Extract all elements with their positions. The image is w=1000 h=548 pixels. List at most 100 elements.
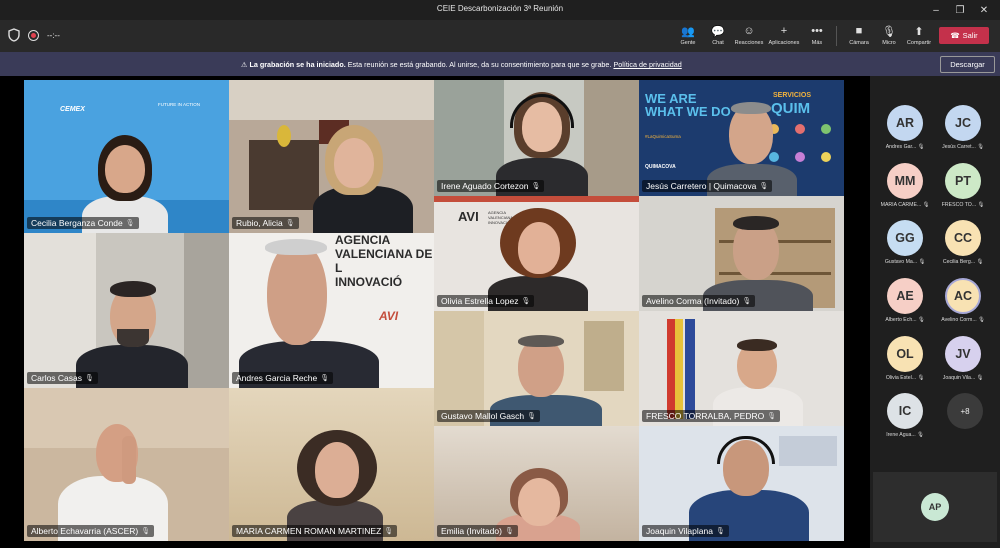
avatar: JV [945,336,981,372]
recording-title: La grabación se ha iniciado. [249,60,346,69]
headset-icon [717,436,775,464]
roster-participant[interactable]: JV Joaquin Vila... 🎙 [933,336,993,381]
participant-name-tag: Gustavo Mallol Gasch 🎙 [437,410,541,422]
more-participants-button[interactable]: +8 [947,393,983,429]
close-icon[interactable]: ✕ [972,0,996,20]
microphone-icon: 🎙 [917,375,925,381]
roster-participant[interactable]: GG Gustavo Ma... 🎙 [875,220,935,265]
more-button[interactable]: ••• Más [799,24,835,46]
video-tile[interactable]: Alberto Echavarria (ASCER) 🎙 [24,388,229,541]
banner-headline: WE ARE WHAT WE DO [645,91,731,119]
avi-sign: AGENCIA VALENCIANA DE L INNOVACIÓ [335,233,433,289]
microphone-icon: 🎙 [320,375,330,382]
smiley-icon: ☺ [743,25,755,37]
microphone-icon: 🎙 [977,144,984,150]
share-button[interactable]: ⬆ Compartir [901,24,937,47]
microphone-icon: 🎙 [918,317,925,323]
video-tile[interactable]: Avelino Corma (Invitado) 🎙 [639,196,844,311]
microphone-icon: 🎙 [384,528,394,535]
download-button[interactable]: Descargar [940,56,995,73]
roster-participant[interactable]: MM MARIA CARME... 🎙 [875,163,935,208]
background-door [584,80,639,196]
avatar: OL [887,336,923,372]
video-tile[interactable]: Rubio, Alicia 🎙 [229,80,434,233]
title-bar: CEIE Descarbonización 3ª Reunión – ❐ ✕ [0,0,1000,20]
roster-participant[interactable]: CC Cecilia Berg... 🎙 [933,220,993,265]
leave-button[interactable]: ☎ Salir [939,27,989,44]
roster-name: Irene Agua... 🎙 [886,432,924,438]
microphone-icon: 🎙 [759,183,769,190]
microphone-icon: 🎙 [976,259,984,265]
background-window [779,436,837,466]
video-tile[interactable]: CEMEX FUTURE IN ACTION Cecilia Berganza … [24,80,229,233]
video-tile[interactable]: WE ARE WHAT WE DO SERVICIOS QUIM #LaQuimi… [639,80,844,196]
roster-name: Avelino Corm... 🎙 [941,317,985,323]
future-in-action-logo: FUTURE IN ACTION [158,102,201,107]
roster-name: Joaquin Vila... 🎙 [942,375,984,381]
recording-icon [28,29,39,41]
avatar: AR [887,105,923,141]
roster-participant[interactable]: AR Andres Gar... 🎙 [875,105,935,150]
quimacova-logo: QUIMACOVA [645,164,676,170]
recording-text: Esta reunión se está grabando. Al unirse… [345,60,614,69]
roster-participant[interactable]: AC Avelino Corm... 🎙 [933,278,993,323]
participant-name-tag: Carlos Casas 🎙 [27,372,98,384]
participant-name-tag: Alberto Echavarria (ASCER) 🎙 [27,525,155,537]
plus-icon: + [780,25,788,37]
video-tile[interactable]: MARIA CARMEN ROMAN MARTINEZ 🎙 [229,388,434,541]
roster-participant[interactable]: IC Irene Agua... 🎙 [875,393,935,438]
participant-name-tag: Olivia Estrella Lopez 🎙 [437,295,535,307]
apps-button[interactable]: + Aplicaciones [766,24,802,46]
avatar: IC [887,393,923,429]
warning-icon: ⚠ [241,60,248,69]
quim-label: QUIM [771,100,811,117]
video-tile[interactable]: Emilia (Invitado) 🎙 [434,426,639,541]
background-ceiling [229,80,434,120]
phone-hangup-icon: ☎ [950,31,960,40]
video-tile[interactable]: Joaquin Vilaplana 🎙 [639,426,844,541]
avatar: AC [945,278,981,314]
roster-name: MARIA CARME... 🎙 [880,202,930,208]
roster-participant[interactable]: AE Alberto Ech... 🎙 [875,278,935,323]
restore-icon[interactable]: ❐ [948,0,972,20]
avatar: CC [945,220,981,256]
avatar: AE [887,278,923,314]
privacy-link[interactable]: Política de privacidad [613,60,681,69]
avatar: GG [887,220,923,256]
cemex-logo: CEMEX [60,106,85,113]
roster-name: Jesús Carret... 🎙 [942,144,984,150]
meeting-toolbar: --:-- 👥 Gente 💬 Chat ☺ Reacciones + Aplicaci… [0,20,1000,52]
background-wall [434,311,484,426]
minimize-icon[interactable]: – [924,0,948,20]
avatar: MM [887,163,923,199]
meeting-status: --:-- [8,28,60,42]
video-tile[interactable]: Carlos Casas 🎙 [24,233,229,388]
video-tile[interactable]: AVI AGENCIA VALENCIANA INNOVACIÓ Olivia … [434,196,639,311]
reactions-button[interactable]: ☺ Reacciones [731,24,767,46]
video-tile[interactable]: AGENCIA VALENCIANA DE L INNOVACIÓ AVI Andr… [229,233,434,388]
participant-name-tag: Irene Aguado Cortezon 🎙 [437,180,545,192]
participant-name-tag: MARIA CARMEN ROMAN MARTINEZ 🎙 [232,525,398,537]
roster-participant[interactable]: JC Jesús Carret... 🎙 [933,105,993,150]
recording-banner: ⚠ La grabación se ha iniciado. Esta reun… [0,52,1000,76]
share-icon: ⬆ [914,25,924,38]
video-tile[interactable]: Irene Aguado Cortezon 🎙 [434,80,639,196]
leave-label: Salir [962,31,978,40]
roster-participant[interactable]: OL Olivia Estel... 🎙 [875,336,935,381]
microphone-icon: 🎙 [976,375,984,381]
roster-participant[interactable]: PT FRESCO TO... 🎙 [933,163,993,208]
video-stage: CEMEX FUTURE IN ACTION Cecilia Berganza … [0,76,870,548]
avi-logo: AVI [379,309,399,323]
background-blinds [184,233,229,388]
video-tile[interactable]: FRESCO TORRALBA, PEDRO 🎙 [639,311,844,426]
more-icon: ••• [811,25,823,37]
participant-name-tag: Rubio, Alicia 🎙 [232,217,299,229]
hashtag-label: #LaQuimicaSuma [645,134,681,139]
video-tile[interactable]: Gustavo Mallol Gasch 🎙 [434,311,639,426]
avatar: JC [945,105,981,141]
self-view[interactable]: AP [873,472,997,542]
participant-name-tag: Jesús Carretero | Quimacova 🎙 [642,180,773,192]
participant-name-tag: Cecilia Berganza Conde 🎙 [27,217,139,229]
microphone-icon: 🎙 [504,528,514,535]
roster-name: FRESCO TO... 🎙 [941,202,985,208]
